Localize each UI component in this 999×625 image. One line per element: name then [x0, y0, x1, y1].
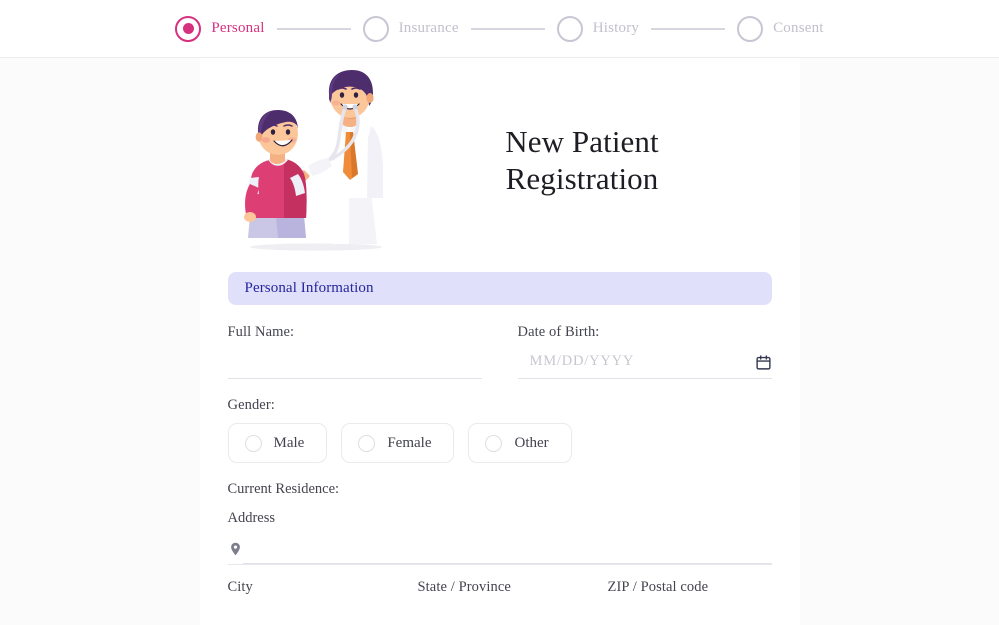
date-of-birth-input-wrapper: [517, 349, 772, 379]
step-consent[interactable]: Consent: [737, 15, 824, 42]
filled-circle-icon: [175, 15, 202, 42]
page-title: New Patient Registration: [403, 124, 772, 197]
name-dob-row: Full Name: Date of Birth:: [227, 324, 772, 379]
city-input[interactable]: [227, 602, 392, 625]
step-personal[interactable]: Personal: [175, 15, 265, 42]
page-title-line2: Registration: [505, 161, 659, 196]
gender-option-female-label: Female: [387, 434, 432, 451]
page-title-line1: New Patient: [505, 124, 659, 160]
state-label: State / Province: [417, 579, 511, 595]
zip-field-group: ZIP / Postal code: [607, 579, 772, 625]
section-header-label: Personal Information: [244, 280, 374, 296]
city-field-group: City: [227, 579, 392, 625]
state-input[interactable]: [417, 602, 582, 625]
step-personal-label: Personal: [211, 20, 265, 36]
step-consent-label: Consent: [773, 20, 824, 36]
date-of-birth-field-group: Date of Birth:: [517, 324, 772, 379]
current-residence-heading: Current Residence:: [227, 481, 340, 497]
gender-label: Gender:: [227, 397, 275, 413]
progress-stepper: Personal Insurance History Consent: [175, 15, 824, 42]
gender-option-male[interactable]: Male: [227, 423, 328, 463]
section-header-personal-information: Personal Information: [227, 272, 772, 305]
gender-options: Male Female Other: [227, 423, 772, 463]
radio-icon: [485, 434, 503, 452]
page-body: New Patient Registration Personal Inform…: [0, 58, 999, 625]
date-of-birth-input[interactable]: [517, 349, 755, 376]
map-pin-icon: [228, 540, 243, 558]
current-residence-group: Current Residence: Address City State / …: [227, 481, 772, 625]
registration-form-card: New Patient Registration Personal Inform…: [199, 58, 800, 625]
step-insurance-label: Insurance: [398, 20, 459, 36]
step-history[interactable]: History: [556, 15, 640, 42]
full-name-field-group: Full Name:: [227, 324, 482, 379]
gender-option-other[interactable]: Other: [468, 423, 572, 463]
gender-option-other-label: Other: [514, 434, 549, 451]
full-name-label: Full Name:: [227, 324, 295, 340]
gender-option-female[interactable]: Female: [341, 423, 455, 463]
step-connector-2: [470, 27, 545, 30]
gender-option-male-label: Male: [273, 434, 305, 451]
radio-icon: [358, 434, 376, 452]
zip-label: ZIP / Postal code: [607, 579, 709, 595]
address-input-wrapper: [227, 533, 772, 565]
hero-section: New Patient Registration: [228, 58, 772, 256]
empty-circle-icon: [737, 15, 764, 42]
step-history-label: History: [592, 20, 640, 36]
radio-icon: [244, 434, 262, 452]
empty-circle-icon: [556, 15, 583, 42]
city-state-zip-row: City State / Province ZIP / Postal code: [227, 579, 772, 625]
step-connector-3: [651, 27, 726, 30]
calendar-icon[interactable]: [755, 354, 772, 371]
state-field-group: State / Province: [417, 579, 582, 625]
stepper-header: Personal Insurance History Consent: [0, 0, 999, 58]
step-connector-1: [276, 27, 351, 30]
date-of-birth-label: Date of Birth:: [517, 324, 600, 340]
address-input[interactable]: [242, 533, 772, 564]
empty-circle-icon: [362, 15, 389, 42]
doctor-examining-child-illustration: [243, 70, 383, 251]
step-insurance[interactable]: Insurance: [362, 15, 459, 42]
gender-field-group: Gender: Male Female Other: [227, 396, 772, 463]
zip-input[interactable]: [607, 602, 772, 625]
address-label: Address: [227, 510, 276, 526]
city-label: City: [227, 579, 253, 595]
full-name-input[interactable]: [227, 349, 482, 379]
